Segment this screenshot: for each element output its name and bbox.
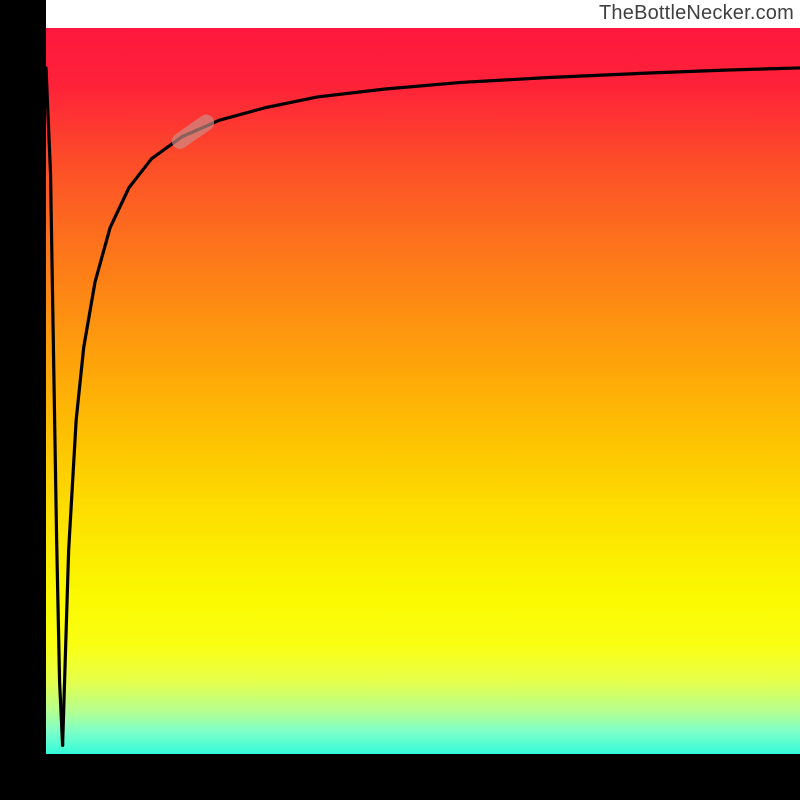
gradient-background bbox=[46, 28, 800, 754]
x-axis-bar bbox=[0, 754, 800, 800]
attribution-text: TheBottleNecker.com bbox=[599, 2, 794, 25]
chart-stage: TheBottleNecker.com bbox=[0, 0, 800, 800]
y-axis-bar bbox=[0, 0, 46, 800]
attribution-band: TheBottleNecker.com bbox=[46, 0, 800, 28]
plot-area bbox=[46, 28, 800, 754]
